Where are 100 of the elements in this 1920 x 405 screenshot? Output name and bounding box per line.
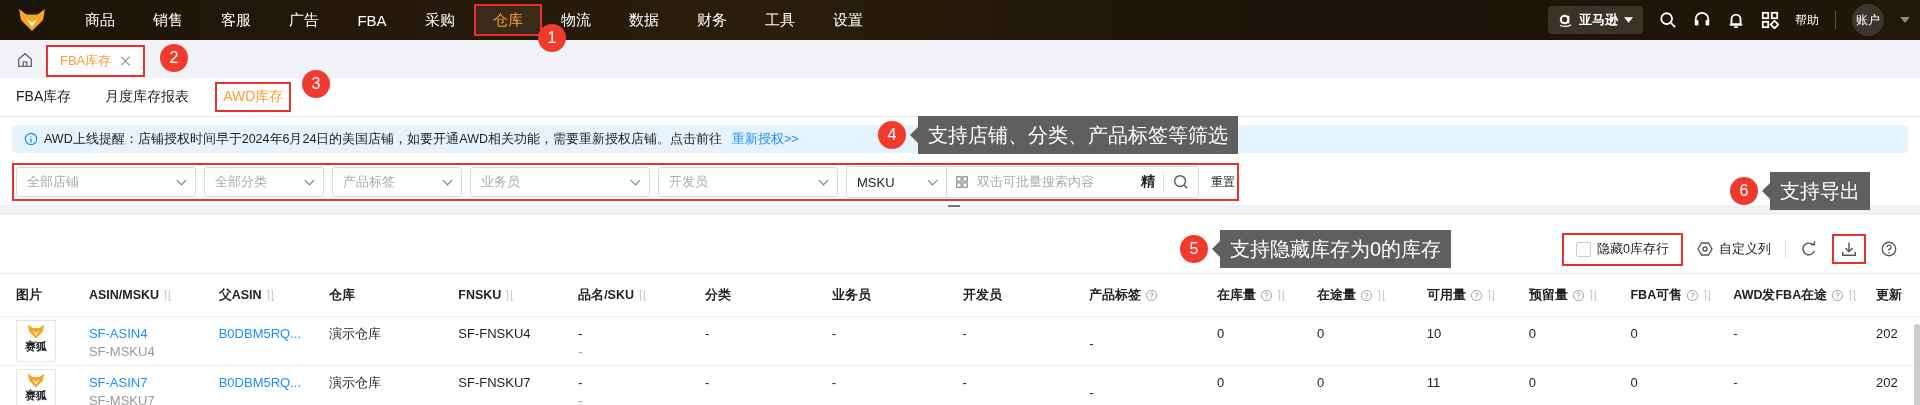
table-cell-text: - bbox=[962, 325, 968, 343]
nav-item[interactable]: 采购 bbox=[406, 4, 474, 36]
nav-item[interactable]: 仓库 bbox=[474, 4, 542, 36]
table-cell-text: 0 bbox=[1630, 325, 1639, 343]
hide-zero-checkbox[interactable]: 隐藏0库存行 bbox=[1562, 232, 1683, 266]
sort-icon[interactable] bbox=[1277, 288, 1287, 302]
sub-tab[interactable]: FBA库存 bbox=[8, 82, 80, 112]
table-cell-text: 10 bbox=[1426, 325, 1443, 343]
account-avatar[interactable]: 账户 bbox=[1852, 4, 1884, 36]
nav-item[interactable]: 商品 bbox=[66, 4, 134, 36]
refresh-icon[interactable] bbox=[1800, 240, 1818, 258]
column-header: 开发员 bbox=[962, 286, 1002, 304]
table-cell-text: SF-FNSKU4 bbox=[458, 325, 532, 343]
table-cell-text: SF-MSKU7 bbox=[88, 392, 156, 405]
info-icon bbox=[24, 132, 38, 146]
table-cell-text: - bbox=[831, 325, 838, 343]
table-cell-text: 0 bbox=[1316, 374, 1326, 392]
scrollbar[interactable] bbox=[1914, 324, 1920, 405]
batch-icon[interactable] bbox=[955, 175, 969, 189]
nav-item[interactable]: 销售 bbox=[134, 4, 202, 36]
fox-logo-icon bbox=[18, 8, 46, 32]
column-header: 在库量 bbox=[1217, 286, 1257, 304]
nav-item[interactable]: 设置 bbox=[814, 4, 882, 36]
table-cell-text: 0 bbox=[1217, 374, 1226, 392]
callout: 支持隐藏库存为0的库存 bbox=[1212, 230, 1452, 268]
nav-item[interactable]: 财务 bbox=[678, 4, 746, 36]
column-header: 分类 bbox=[704, 286, 731, 304]
table-cell-text: 0 bbox=[1528, 374, 1537, 392]
search-icon[interactable] bbox=[1172, 173, 1190, 191]
sort-icon[interactable] bbox=[505, 288, 515, 302]
column-header: ASIN/MSKU bbox=[88, 288, 160, 302]
help-icon[interactable] bbox=[1880, 240, 1898, 258]
notice-text: AWD上线提醒：店铺授权时间早于2024年6月24日的美国店铺，如要开通AWD相关功能，需要重新授权店铺。点击前往 bbox=[44, 130, 723, 148]
nav-item[interactable]: FBA bbox=[338, 4, 406, 36]
table-cell-text: - bbox=[578, 325, 584, 343]
export-button[interactable] bbox=[1832, 234, 1866, 264]
sort-icon[interactable] bbox=[265, 288, 275, 302]
apps-icon[interactable] bbox=[1761, 11, 1779, 29]
step-badge: 4 bbox=[878, 121, 906, 149]
table-cell-text: - bbox=[1089, 335, 1095, 353]
table-cell-text: 演示仓库 bbox=[328, 325, 382, 343]
home-icon[interactable] bbox=[16, 51, 34, 69]
column-header: 业务员 bbox=[831, 286, 871, 304]
sub-tab[interactable]: 月度库存报表 bbox=[97, 82, 198, 112]
column-header: 预留量 bbox=[1528, 286, 1568, 304]
help-link[interactable]: 帮助 bbox=[1795, 11, 1819, 29]
customize-columns-button[interactable]: 自定义列 bbox=[1697, 240, 1771, 258]
table-cell-text: - bbox=[962, 374, 968, 392]
table-cell-text: 11 bbox=[1426, 374, 1442, 392]
column-header: AWD发FBA在途 bbox=[1733, 286, 1828, 304]
exact-match-toggle[interactable]: 精 bbox=[1133, 173, 1164, 191]
step-badge: 5 bbox=[1180, 235, 1208, 263]
table-cell-text: - bbox=[578, 392, 584, 405]
sort-icon[interactable] bbox=[163, 288, 173, 302]
table-cell-text: - bbox=[578, 343, 584, 361]
nav-item[interactable]: 客服 bbox=[202, 4, 270, 36]
table-cell-text: 0 bbox=[1217, 325, 1226, 343]
callout: 支持店铺、分类、产品标签等筛选 bbox=[910, 116, 1238, 154]
reset-button[interactable]: 重置 bbox=[1211, 173, 1235, 191]
caret-icon bbox=[1624, 17, 1633, 23]
nav-item[interactable]: 工具 bbox=[746, 4, 814, 36]
table-cell-text: SF-MSKU4 bbox=[88, 343, 156, 361]
column-header: 产品标签 bbox=[1089, 286, 1142, 304]
search-field-select[interactable]: MSKU bbox=[847, 167, 947, 197]
sort-icon[interactable] bbox=[1703, 288, 1713, 302]
table-cell-text: 0 bbox=[1630, 374, 1639, 392]
column-header: 更新 bbox=[1876, 286, 1903, 304]
column-header: 品名/SKU bbox=[578, 286, 634, 304]
table-cell-text: - bbox=[831, 374, 838, 392]
fox-logo-icon bbox=[27, 373, 45, 388]
sort-icon[interactable] bbox=[638, 288, 647, 302]
table-cell-text: - bbox=[1733, 325, 1739, 343]
table-cell-text: - bbox=[1089, 384, 1095, 402]
table-cell-text: 0 bbox=[1316, 325, 1326, 343]
search-icon[interactable] bbox=[1659, 11, 1677, 29]
caret-icon[interactable] bbox=[1900, 17, 1910, 23]
sort-icon[interactable] bbox=[1486, 288, 1496, 302]
sort-icon[interactable] bbox=[1848, 288, 1858, 302]
nav-item[interactable]: 数据 bbox=[610, 4, 678, 36]
amazon-logo-icon bbox=[1558, 12, 1573, 28]
settings-icon bbox=[1697, 241, 1713, 257]
column-header: FBA可售 bbox=[1630, 286, 1683, 304]
step-badge: 6 bbox=[1730, 177, 1758, 205]
nav-item[interactable]: 广告 bbox=[270, 4, 338, 36]
sort-icon[interactable] bbox=[1376, 288, 1386, 302]
table-cell-text: - bbox=[578, 374, 584, 392]
bell-icon[interactable] bbox=[1727, 11, 1745, 29]
step-badge: 3 bbox=[302, 70, 330, 98]
column-header: FNSKU bbox=[458, 288, 502, 302]
download-icon bbox=[1840, 240, 1858, 258]
column-header: 仓库 bbox=[328, 286, 355, 304]
table-cell-text: - bbox=[704, 374, 711, 392]
fox-logo-icon bbox=[27, 324, 45, 339]
sort-icon[interactable] bbox=[1588, 288, 1598, 302]
table-cell-text: 演示仓库 bbox=[328, 374, 382, 392]
column-header: 父ASIN bbox=[218, 286, 262, 304]
marketplace-selector[interactable]: 亚马逊 bbox=[1548, 6, 1643, 34]
thumbnail-caption: 赛狐 bbox=[25, 388, 47, 402]
column-header: 图片 bbox=[16, 286, 42, 304]
callout: 支持导出 bbox=[1762, 172, 1870, 210]
